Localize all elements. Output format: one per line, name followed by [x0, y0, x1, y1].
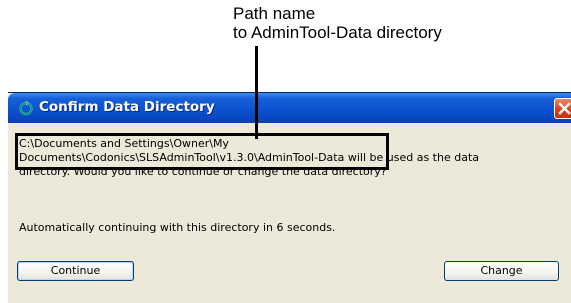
path-callout: Path name to AdminTool-Data directory — [233, 4, 563, 42]
change-button[interactable]: Change — [444, 261, 559, 281]
continue-button[interactable]: Continue — [17, 261, 134, 281]
countdown-text: Automatically continuing with this direc… — [19, 221, 336, 234]
callout-line-1: Path name — [233, 4, 316, 23]
callout-leader-line — [255, 46, 258, 139]
dialog-titlebar[interactable]: Confirm Data Directory — [8, 93, 571, 123]
callout-line-2: to AdminTool-Data directory — [233, 23, 442, 42]
close-button[interactable] — [554, 98, 571, 119]
path-highlight-box — [15, 133, 389, 170]
app-refresh-icon — [18, 100, 34, 116]
dialog-title: Confirm Data Directory — [39, 99, 215, 115]
confirm-data-directory-dialog: Confirm Data Directory C:\Documents and … — [8, 92, 571, 303]
